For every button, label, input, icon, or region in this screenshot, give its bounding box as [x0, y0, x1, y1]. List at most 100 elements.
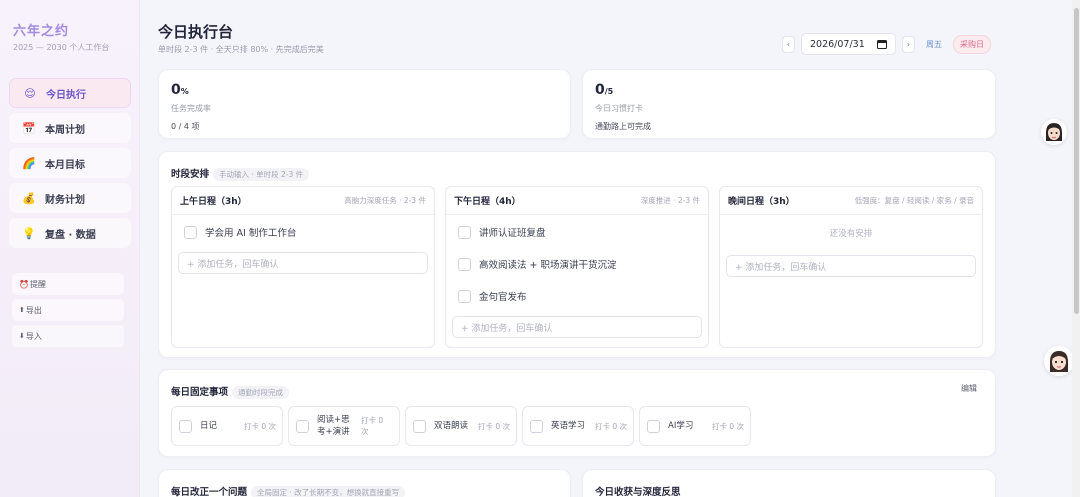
habit-item[interactable]: 双语朗读 打卡 0 次 [405, 406, 517, 446]
column-header: 晚间日程（3h） 低强度：复盘 / 轻阅读 / 家务 / 录音 [720, 187, 982, 215]
column-header: 下午日程（4h） 深度推进 · 2-3 件 [446, 187, 708, 215]
add-task-input[interactable]: + 添加任务，回车确认 [726, 255, 976, 277]
export-icon: ⬆ [19, 306, 25, 314]
column-hint: 深度推进 · 2-3 件 [640, 196, 700, 205]
task-list: 讲师认证班复盘 高效阅读法 + 职场演讲干货沉淀 金句官发布 [446, 215, 708, 312]
day-tag-badge: 采购日 [953, 34, 991, 54]
sidebar-nav: 😌 今日执行 📅 本周计划 🌈 本月目标 💰 财务计划 💡 复盘 · 数据 [9, 78, 131, 253]
column-title: 晚间日程（3h） [728, 197, 795, 207]
completion-rate-unit: % [180, 87, 189, 96]
empty-state: 还没有安排 [829, 229, 873, 239]
habit-checkbox[interactable] [296, 419, 309, 433]
add-task-input[interactable]: + 添加任务，回车确认 [178, 252, 428, 274]
page-subtitle: 单时段 2-3 件 · 全天只排 80% · 先完成后完美 [158, 45, 324, 54]
sidebar-item-review[interactable]: 💡 复盘 · 数据 [9, 218, 131, 248]
reminder-label: 提醒 [29, 279, 46, 289]
habit-count: 打卡 0 次 [594, 421, 627, 431]
avatar[interactable] [1041, 119, 1067, 145]
habit-count: 打卡 0 次 [711, 421, 744, 431]
date-picker[interactable]: 2026/07/31 [801, 33, 896, 55]
next-day-button[interactable]: › [902, 35, 915, 53]
habit-checkin-card: 0/5 今日习惯打卡 通勤路上可完成 [582, 69, 996, 139]
sidebar-item-label: 本月目标 [45, 159, 85, 171]
reminder-button[interactable]: ⏰ 提醒 [12, 273, 124, 295]
scrollbar-thumb[interactable] [1074, 8, 1079, 314]
calendar-icon [877, 40, 887, 49]
export-button[interactable]: ⬆ 导出 [12, 299, 124, 321]
task-text: 金句官发布 [479, 292, 527, 303]
habit-count-unit: /5 [604, 87, 614, 96]
habit-item[interactable]: 阅读+思考+演讲 打卡 0 次 [288, 406, 400, 446]
task-text: 学会用 AI 制作工作台 [205, 228, 297, 239]
reflect-title: 今日收获与深度反思 [595, 487, 681, 497]
sidebar-item-label: 复盘 · 数据 [45, 229, 96, 241]
edit-habits-button[interactable]: 编辑 [961, 383, 977, 394]
habit-name: 英语学习 [551, 421, 586, 431]
stat-label: 今日习惯打卡 [595, 104, 643, 113]
app-subtitle: 2025 — 2030 个人工作台 [13, 43, 110, 52]
habit-checkbox[interactable] [647, 419, 660, 433]
sidebar-item-finance[interactable]: 💰 财务计划 [9, 183, 131, 213]
habit-count: 打卡 0 次 [243, 421, 276, 431]
habit-item[interactable]: AI学习 打卡 0 次 [639, 406, 751, 446]
sidebar-item-today[interactable]: 😌 今日执行 [9, 78, 131, 108]
rainbow-icon: 🌈 [22, 156, 36, 170]
weekday-label: 周五 [926, 39, 942, 49]
habits-title-text: 每日固定事项 [171, 387, 229, 398]
sidebar-item-week[interactable]: 📅 本周计划 [9, 113, 131, 143]
habit-name: 双语朗读 [434, 421, 469, 431]
task-item: 金句官发布 [446, 280, 708, 312]
improve-title: 每日改正一个问题 全局固定 · 改了长期不变，想换就直接重写 [171, 484, 406, 497]
export-label: 导出 [25, 305, 42, 315]
column-hint: 低强度：复盘 / 轻阅读 / 家务 / 录音 [854, 196, 974, 205]
stat-label: 任务完成率 [171, 104, 211, 113]
column-header: 上午日程（3h） 高脑力深度任务 · 2-3 件 [172, 187, 434, 215]
habit-name: AI学习 [668, 421, 694, 431]
task-checkbox[interactable] [458, 225, 471, 239]
assistant-avatar-icon [1041, 119, 1067, 145]
habit-checkbox[interactable] [179, 419, 192, 433]
task-checkbox[interactable] [458, 289, 471, 303]
reflect-card: 今日收获与深度反思 [582, 469, 996, 497]
afternoon-column: 下午日程（4h） 深度推进 · 2-3 件 讲师认证班复盘 高效阅读法 + 职场… [445, 186, 709, 348]
task-text: 高效阅读法 + 职场演讲干货沉淀 [479, 260, 617, 271]
stat-value: 0% [171, 82, 189, 98]
habit-item[interactable]: 日记 打卡 0 次 [171, 406, 283, 446]
task-checkbox[interactable] [184, 225, 197, 239]
import-button[interactable]: ⬇ 导入 [12, 325, 124, 347]
habit-checkbox[interactable] [530, 419, 543, 433]
task-checkbox[interactable] [458, 257, 471, 271]
sidebar-item-month[interactable]: 🌈 本月目标 [9, 148, 131, 178]
improve-hint: 全局固定 · 改了长期不变，想换就直接重写 [251, 486, 406, 497]
alarm-clock-icon: ⏰ [19, 279, 29, 289]
habit-checkbox[interactable] [413, 419, 426, 433]
improve-title-text: 每日改正一个问题 [171, 487, 248, 497]
date-bar: ‹ 2026/07/31 › 周五 采购日 [782, 33, 991, 55]
completion-rate-value: 0 [171, 82, 181, 98]
habit-list: 日记 打卡 0 次 阅读+思考+演讲 打卡 0 次 双语朗读 打卡 0 次 英语学习打… [171, 406, 751, 446]
task-completion-card: 0% 任务完成率 0 / 4 项 [158, 69, 571, 139]
main-content: 今日执行台 单时段 2-3 件 · 全天只排 80% · 先完成后完美 ‹ 20… [140, 0, 1072, 497]
task-item: 讲师认证班复盘 [446, 216, 708, 248]
import-label: 导入 [25, 331, 42, 341]
habit-count-value: 0 [595, 82, 605, 98]
schedule-card: 时段安排 手动输入 · 单时段 2-3 件 上午日程（3h） 高脑力深度任务 · … [158, 151, 996, 358]
stat-sub: 通勤路上可完成 [595, 122, 651, 131]
date-value: 2026/07/31 [810, 38, 865, 50]
evening-column: 晚间日程（3h） 低强度：复盘 / 轻阅读 / 家务 / 录音 还没有安排 + … [719, 186, 983, 348]
habit-item[interactable]: 英语学习 打卡 0 次 [522, 406, 634, 446]
habit-name: 阅读+思考+演讲 [317, 415, 350, 437]
schedule-title: 时段安排 手动输入 · 单时段 2-3 件 [171, 166, 310, 181]
improve-card: 每日改正一个问题 全局固定 · 改了长期不变，想换就直接重写 [158, 469, 571, 497]
prev-day-button[interactable]: ‹ [782, 35, 795, 53]
add-task-input[interactable]: + 添加任务，回车确认 [452, 316, 702, 338]
avatar[interactable] [1044, 346, 1074, 376]
sidebar-tools: ⏰ 提醒 ⬆ 导出 ⬇ 导入 [12, 273, 124, 351]
habits-title: 每日固定事项 通勤时段完成 [171, 384, 290, 399]
page-title: 今日执行台 [158, 23, 234, 41]
lightbulb-icon: 💡 [22, 226, 36, 240]
habits-hint: 通勤时段完成 [232, 386, 290, 399]
schedule-hint: 手动输入 · 单时段 2-3 件 [213, 168, 310, 181]
column-hint: 高脑力深度任务 · 2-3 件 [344, 196, 426, 205]
import-icon: ⬇ [19, 332, 25, 340]
